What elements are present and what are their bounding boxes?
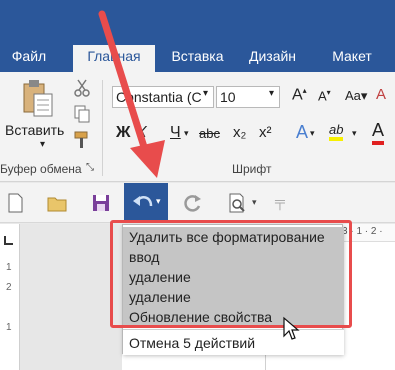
save-icon[interactable] [90, 191, 112, 215]
text-effects-button[interactable]: A [296, 122, 308, 143]
tab-home[interactable]: Главная [73, 45, 155, 72]
ribbon-body: Вставить ▾ Буфер обмена ⤡ Constantia (С … [0, 72, 395, 182]
paste-dropdown-icon[interactable]: ▾ [40, 139, 45, 150]
print-preview-dropdown-icon[interactable]: ▾ [252, 197, 257, 208]
open-folder-icon[interactable] [46, 191, 68, 215]
mouse-cursor-icon [283, 316, 300, 340]
font-size-value: 10 [220, 89, 236, 105]
italic-button[interactable]: К [137, 124, 146, 142]
group-divider [102, 80, 103, 176]
paste-icon[interactable] [20, 78, 56, 118]
undo-icon [133, 196, 153, 207]
customize-toolbar-icon[interactable]: ╤ [275, 193, 285, 209]
paste-button-label[interactable]: Вставить [5, 122, 64, 138]
vruler-mark: 1 [6, 262, 12, 273]
strikethrough-button[interactable]: abc [199, 126, 220, 141]
bold-button[interactable]: Ж [116, 124, 130, 142]
copy-icon[interactable] [72, 104, 92, 124]
font-size-dropdown-icon[interactable]: ▾ [269, 88, 274, 99]
clipboard-launcher-icon[interactable]: ⤡ [86, 162, 94, 173]
tab-design[interactable]: Дизайн [240, 45, 305, 72]
tab-layout[interactable]: Макет [322, 45, 382, 72]
undo-dropdown-icon[interactable]: ▾ [156, 196, 161, 207]
font-group-label: Шрифт [232, 162, 272, 176]
vruler-mark: 1 [6, 322, 12, 333]
highlight-dropdown-icon[interactable]: ▾ [352, 128, 357, 139]
undo-count-label: Отмена 5 действий [123, 329, 344, 355]
clipboard-group-label: Буфер обмена [0, 162, 82, 176]
quick-access-toolbar: ▾ ▾ ╤ [0, 183, 395, 223]
font-color-button[interactable]: A [372, 120, 385, 145]
font-family-select[interactable]: Constantia (С [112, 86, 214, 108]
underline-dropdown-icon[interactable]: ▾ [184, 128, 189, 139]
vertical-ruler: 1 2 1 [0, 224, 20, 370]
font-family-dropdown-icon[interactable]: ▾ [203, 88, 208, 99]
change-case-icon[interactable]: Aa▾ [345, 88, 367, 104]
text-effects-dropdown-icon[interactable]: ▾ [310, 128, 315, 139]
highlight-button[interactable]: ab [329, 122, 344, 141]
selection-highlight-box [110, 220, 352, 328]
cut-icon[interactable] [72, 78, 92, 98]
shrink-font-icon[interactable]: A▾ [318, 88, 331, 103]
grow-font-icon[interactable]: A▴ [292, 86, 307, 104]
clear-formatting-icon[interactable]: A [376, 86, 386, 103]
new-document-icon[interactable] [4, 191, 26, 215]
tab-insert[interactable]: Вставка [160, 45, 235, 72]
tab-file[interactable]: Файл [0, 45, 58, 72]
subscript-button[interactable]: x₂ [233, 124, 246, 141]
underline-button[interactable]: Ч [170, 124, 181, 142]
superscript-button[interactable]: x² [259, 124, 272, 141]
print-preview-icon[interactable] [226, 191, 248, 215]
tab-stop-selector[interactable] [4, 236, 13, 245]
undo-button[interactable]: ▾ [124, 183, 168, 223]
vruler-mark: 2 [6, 282, 12, 293]
redo-icon[interactable] [182, 191, 204, 215]
font-family-value: Constantia (С [116, 89, 202, 105]
format-painter-icon[interactable] [72, 130, 92, 150]
